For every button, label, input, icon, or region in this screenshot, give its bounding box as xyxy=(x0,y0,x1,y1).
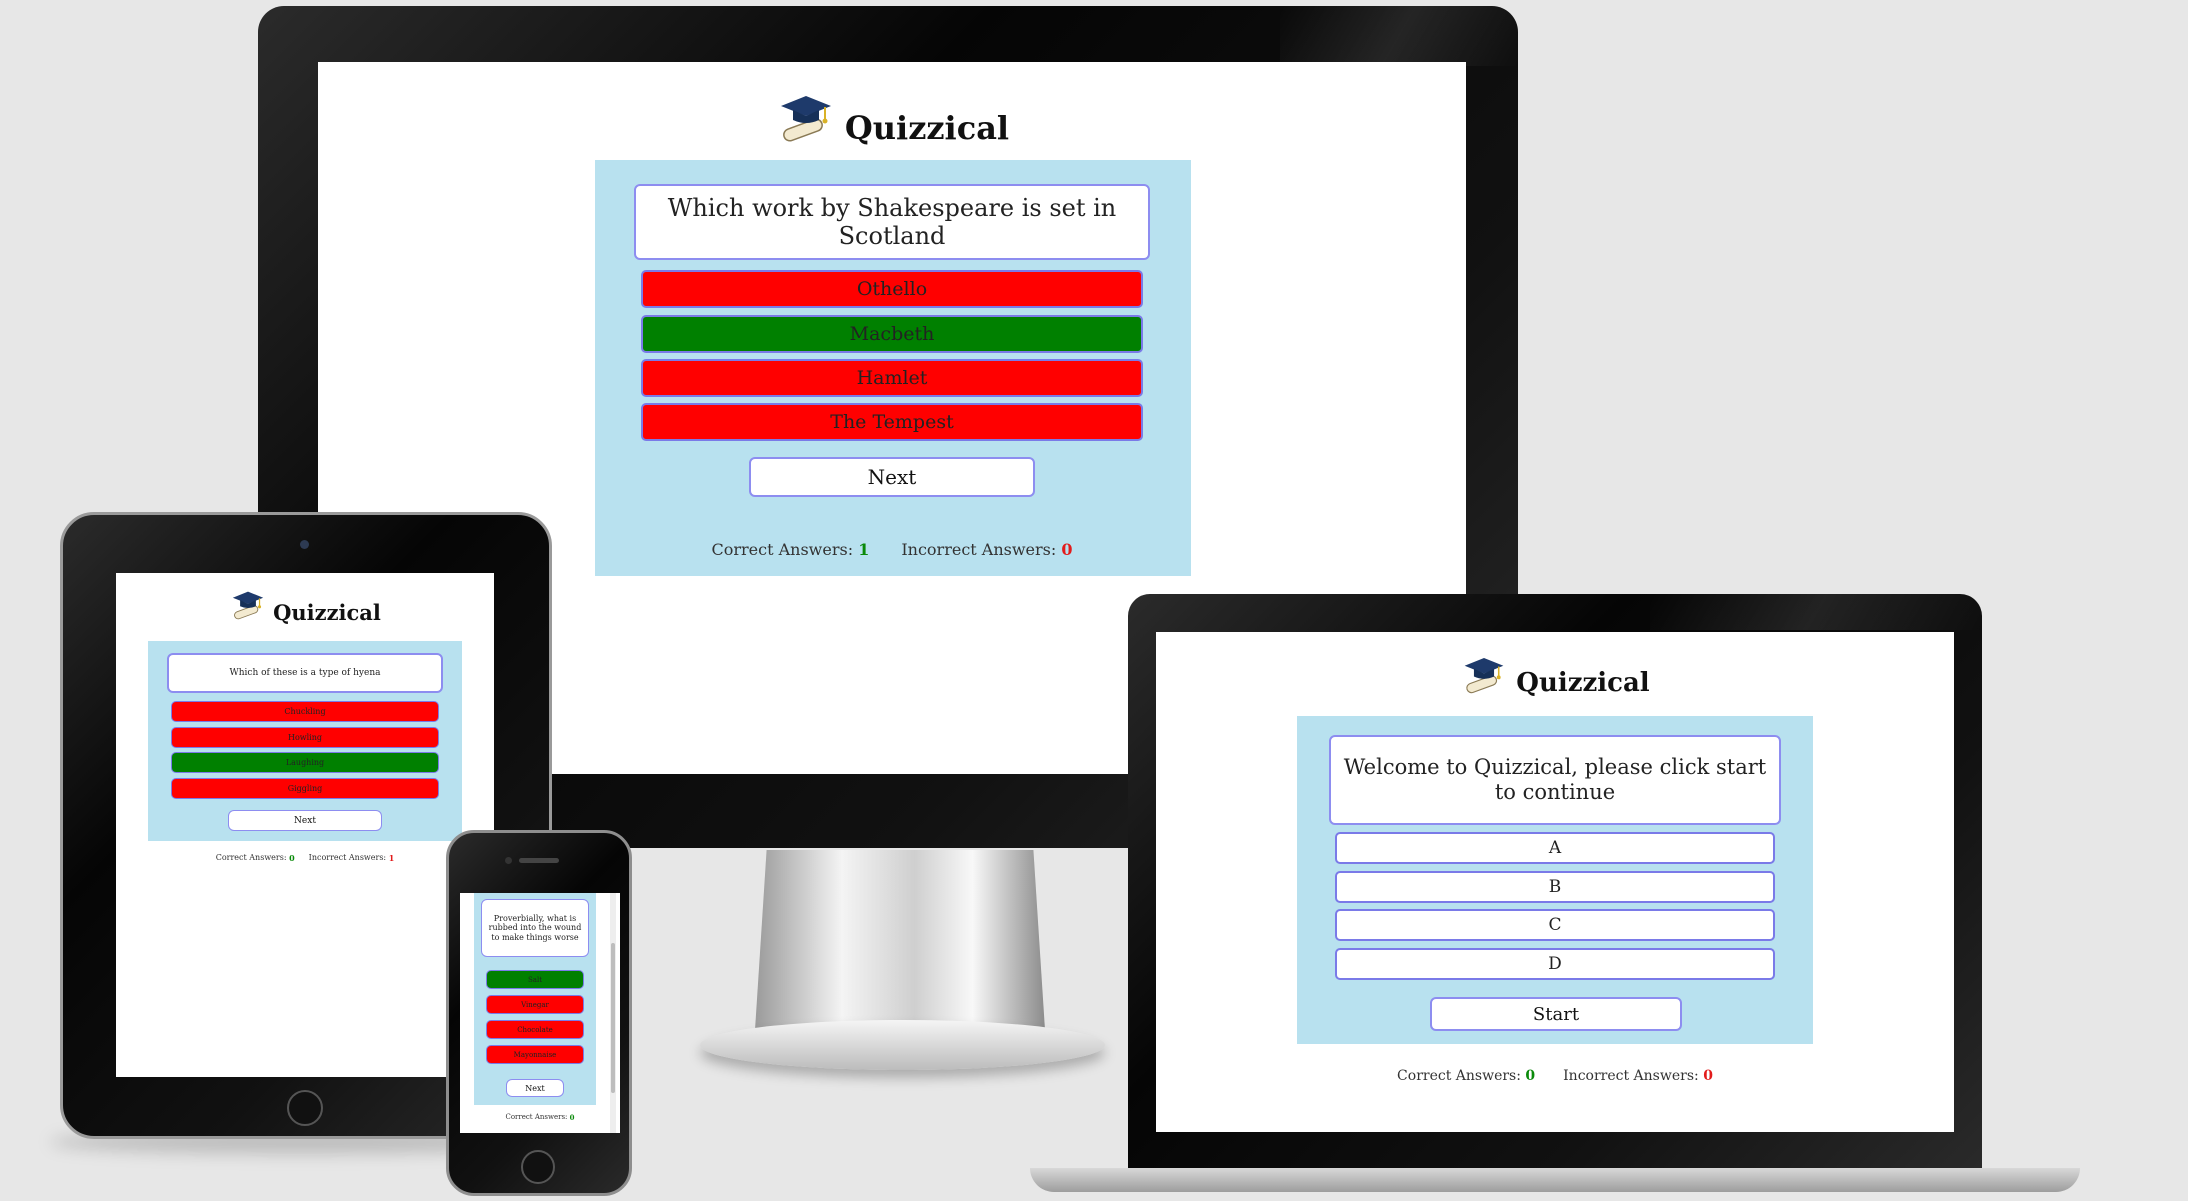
answer-button-d[interactable]: D xyxy=(1335,948,1775,980)
graduation-cap-diploma-icon xyxy=(232,591,264,620)
graduation-cap-diploma-icon xyxy=(780,95,831,142)
next-button-label: Next xyxy=(294,815,316,826)
start-button[interactable]: Start xyxy=(1430,997,1682,1031)
answer-label: Hamlet xyxy=(856,367,928,389)
answer-button-3[interactable]: Chocolate xyxy=(486,1020,584,1039)
incorrect-count: 0 xyxy=(1703,1068,1713,1084)
answer-button-c[interactable]: C xyxy=(1335,909,1775,941)
answer-label: A xyxy=(1548,838,1562,858)
tablet-screen: Quizzical Which of these is a type of hy… xyxy=(116,573,494,1077)
brand-title: Quizzical xyxy=(273,599,381,625)
next-button-label: Next xyxy=(525,1083,545,1093)
answer-button-1[interactable]: Chuckling xyxy=(171,701,439,722)
monitor-stand-neck xyxy=(755,850,1045,1030)
phone-speaker xyxy=(519,858,559,863)
phone-screen: Proverbially, what is rubbed into the wo… xyxy=(460,893,620,1133)
correct-count: 1 xyxy=(858,540,870,559)
score-line: Correct Answers: 0 xyxy=(460,1113,620,1122)
answer-label: Chuckling xyxy=(284,707,326,716)
graduation-cap-diploma-icon xyxy=(1464,657,1504,694)
answer-button-1[interactable]: Salt xyxy=(486,970,584,989)
tablet-brand: Quizzical xyxy=(116,585,494,625)
answer-label: Chocolate xyxy=(517,1025,553,1034)
tablet-camera xyxy=(300,540,309,549)
question-text: Welcome to Quizzical, please click start… xyxy=(1343,754,1767,804)
answer-label: The Tempest xyxy=(830,411,954,433)
question-box: Which work by Shakespeare is set in Scot… xyxy=(634,184,1150,260)
answer-label: Othello xyxy=(856,278,928,300)
next-button[interactable]: Next xyxy=(228,810,382,831)
brand-title: Quizzical xyxy=(1516,668,1650,698)
incorrect-count: 1 xyxy=(388,853,395,863)
question-text: Which work by Shakespeare is set in Scot… xyxy=(667,194,1117,250)
start-button-label: Start xyxy=(1532,1003,1580,1025)
incorrect-label: Incorrect Answers: xyxy=(901,540,1057,559)
phone-quiz-app: Proverbially, what is rubbed into the wo… xyxy=(460,893,620,1133)
answer-label: Salt xyxy=(527,975,543,984)
incorrect-label: Incorrect Answers: xyxy=(1563,1068,1699,1084)
correct-label: Correct Answers: xyxy=(1397,1068,1521,1084)
phone-scrollbar[interactable] xyxy=(610,893,616,1133)
answer-button-a[interactable]: A xyxy=(1335,832,1775,864)
answer-button-4[interactable]: The Tempest xyxy=(641,403,1143,441)
question-box: Which of these is a type of hyena xyxy=(167,653,443,693)
answer-button-4[interactable]: Giggling xyxy=(171,778,439,799)
next-button-label: Next xyxy=(867,465,917,489)
monitor-stand-base xyxy=(700,1020,1105,1070)
desktop-brand: Quizzical xyxy=(318,80,1466,155)
score-line: Correct Answers: 0 Incorrect Answers: 1 xyxy=(116,853,494,863)
question-text: Proverbially, what is rubbed into the wo… xyxy=(488,914,582,942)
answer-label: B xyxy=(1548,877,1562,897)
answer-label: Giggling xyxy=(287,784,323,793)
question-box: Welcome to Quizzical, please click start… xyxy=(1329,735,1781,825)
answer-button-2[interactable]: Vinegar xyxy=(486,995,584,1014)
answer-label: Laughing xyxy=(285,758,325,767)
phone-home-button[interactable] xyxy=(521,1150,555,1184)
next-button[interactable]: Next xyxy=(749,457,1035,497)
answer-button-b[interactable]: B xyxy=(1335,871,1775,903)
answer-button-2[interactable]: Howling xyxy=(171,727,439,748)
laptop-base xyxy=(1030,1168,2080,1192)
brand-title: Quizzical xyxy=(844,108,1010,147)
answer-button-1[interactable]: Othello xyxy=(641,270,1143,308)
correct-label: Correct Answers: xyxy=(711,540,854,559)
score-line: Correct Answers: 0 Incorrect Answers: 0 xyxy=(1156,1068,1954,1084)
answer-button-3[interactable]: Hamlet xyxy=(641,359,1143,397)
tablet-quiz-app: Quizzical Which of these is a type of hy… xyxy=(116,573,494,1077)
incorrect-label: Incorrect Answers: xyxy=(308,853,387,862)
laptop-screen: Quizzical Welcome to Quizzical, please c… xyxy=(1156,632,1954,1132)
phone-camera xyxy=(505,857,512,864)
answer-label: D xyxy=(1548,954,1562,974)
answer-button-3[interactable]: Laughing xyxy=(171,752,439,773)
correct-label: Correct Answers: xyxy=(215,853,287,862)
correct-count: 0 xyxy=(1525,1068,1536,1084)
laptop-quiz-app: Quizzical Welcome to Quizzical, please c… xyxy=(1156,632,1954,1132)
incorrect-count: 0 xyxy=(1061,540,1073,559)
answer-label: Macbeth xyxy=(849,323,935,345)
scrollbar-thumb[interactable] xyxy=(611,943,615,1093)
correct-count: 0 xyxy=(569,1113,575,1122)
next-button[interactable]: Next xyxy=(506,1079,564,1097)
answer-button-4[interactable]: Mayonnaise xyxy=(486,1045,584,1064)
answer-label: Howling xyxy=(287,733,323,742)
answer-button-2[interactable]: Macbeth xyxy=(641,315,1143,353)
answer-label: Vinegar xyxy=(521,1000,549,1009)
laptop-brand: Quizzical xyxy=(1156,646,1954,704)
tablet-home-button[interactable] xyxy=(287,1090,323,1126)
correct-label: Correct Answers: xyxy=(505,1113,568,1121)
answer-label: C xyxy=(1548,915,1562,935)
answer-label: Mayonnaise xyxy=(513,1050,557,1059)
question-box: Proverbially, what is rubbed into the wo… xyxy=(481,899,589,957)
question-text: Which of these is a type of hyena xyxy=(229,668,381,678)
